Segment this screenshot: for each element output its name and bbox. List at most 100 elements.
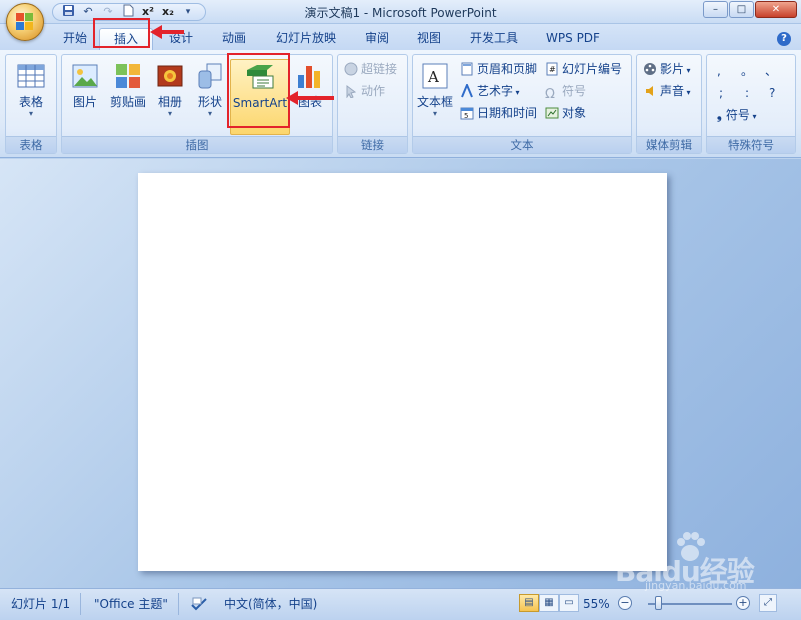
fit-to-window-icon[interactable]: ⤢ [759, 594, 777, 612]
header-footer-button[interactable]: 页眉和页脚 [460, 59, 537, 79]
photo-album-icon [155, 61, 185, 91]
chevron-down-icon: ▾ [749, 112, 757, 121]
slide-canvas[interactable] [138, 173, 667, 571]
spell-check-icon[interactable] [190, 596, 208, 616]
symbol-period[interactable]: 。 [741, 61, 753, 81]
slideshow-view-icon[interactable]: ▭ [559, 594, 579, 612]
shapes-button[interactable]: 形状 ▾ [192, 59, 228, 135]
group-label-special-symbols: 特殊符号 [707, 136, 795, 153]
symbol-button[interactable]: Ω 符号 [545, 81, 586, 102]
group-special-symbols: , 。 、 ; : ? ❟ 符号 ▾ 特殊符号 [706, 54, 796, 154]
symbol-question[interactable]: ? [769, 83, 775, 103]
table-icon [16, 61, 46, 91]
slide-editor-pane [0, 159, 801, 588]
theme-name: "Office 主题" [94, 597, 168, 611]
album-button[interactable]: 相册 ▾ [152, 59, 188, 135]
object-button[interactable]: 对象 [545, 103, 586, 123]
wordart-icon [460, 82, 474, 98]
clipart-button[interactable]: 剪贴画 [106, 59, 150, 135]
zoom-level[interactable]: 55% [583, 596, 610, 612]
maximize-button[interactable]: □ [729, 1, 754, 18]
chevron-down-icon: ▾ [513, 88, 520, 97]
highlight-insert-tab [93, 18, 150, 48]
slide-sorter-icon[interactable]: ▦ [539, 594, 559, 612]
tab-home[interactable]: 开始 [56, 28, 94, 50]
shapes-icon [195, 61, 225, 91]
special-symbol-button[interactable]: ❟ 符号 ▾ [717, 105, 756, 125]
bullet-icon: ❟ [717, 108, 726, 122]
textbox-button[interactable]: A 文本框 ▾ [415, 59, 455, 135]
symbol-semicolon[interactable]: ; [719, 83, 723, 103]
slide-number-icon: # [545, 62, 559, 76]
picture-icon [70, 61, 100, 91]
ribbon: 表格 ▾ 表格 图片 剪贴画 相册 ▾ 形状 ▾ SmartArt 图表 插图 … [0, 50, 801, 158]
symbol-enumeration-comma[interactable]: 、 [765, 61, 777, 81]
baidu-watermark: Baidu经验 jingyan.baidu.com [615, 530, 795, 592]
picture-button[interactable]: 图片 [66, 59, 104, 135]
group-label-table: 表格 [6, 136, 56, 153]
close-button[interactable]: ✕ [755, 1, 797, 18]
watermark-url: jingyan.baidu.com [645, 579, 747, 592]
group-media: 影片 ▾ 声音 ▾ 媒体剪辑 [636, 54, 702, 154]
group-table: 表格 ▾ 表格 [5, 54, 57, 154]
group-label-media: 媒体剪辑 [637, 136, 701, 153]
zoom-slider-thumb[interactable] [655, 596, 662, 610]
help-icon[interactable]: ? [777, 32, 791, 46]
tab-wps-pdf[interactable]: WPS PDF [540, 28, 606, 50]
symbol-comma[interactable]: , [717, 61, 721, 81]
normal-view-icon[interactable]: ▤ [519, 594, 539, 612]
arrow-smartart-button [286, 91, 334, 105]
chevron-down-icon: ▾ [28, 109, 33, 118]
status-bar: 幻灯片 1/1 "Office 主题" 中文(简体，中国) ▤ ▦ ▭ 55% … [0, 588, 801, 620]
separator [80, 593, 81, 615]
window-controls: – □ ✕ [703, 1, 797, 18]
action-button[interactable]: 动作 [344, 81, 385, 101]
group-label-links: 链接 [338, 136, 407, 153]
textbox-icon: A [420, 61, 450, 91]
language-indicator[interactable]: 中文(简体，中国) [224, 596, 317, 612]
separator [178, 593, 179, 615]
movie-button[interactable]: 影片 ▾ [643, 59, 691, 79]
tab-animations[interactable]: 动画 [215, 28, 253, 50]
tab-review[interactable]: 审阅 [358, 28, 396, 50]
omega-icon: Ω [545, 87, 555, 102]
zoom-in-icon[interactable]: + [736, 596, 750, 610]
group-label-text: 文本 [413, 136, 631, 153]
group-links: 超链接 动作 链接 [337, 54, 408, 154]
header-footer-icon [460, 62, 474, 76]
office-button[interactable] [6, 3, 44, 41]
chevron-down-icon: ▾ [684, 66, 691, 75]
hyperlink-button[interactable]: 超链接 [344, 59, 397, 79]
svg-text:#: # [549, 65, 556, 74]
sound-icon [643, 84, 657, 98]
group-label-illustrations: 插图 [62, 136, 332, 153]
action-icon [344, 84, 358, 99]
tab-developer[interactable]: 开发工具 [462, 28, 526, 50]
slide-counter: 幻灯片 1/1 [11, 597, 71, 611]
group-text: A 文本框 ▾ 页眉和页脚 艺术字 ▾ 5 日期和时间 # 幻灯片编号 Ω 符号 对象… [412, 54, 632, 154]
datetime-button[interactable]: 5 日期和时间 [460, 103, 537, 123]
chevron-down-icon: ▾ [432, 109, 437, 118]
svg-text:A: A [427, 68, 439, 86]
wordart-button[interactable]: 艺术字 ▾ [460, 81, 520, 101]
chevron-down-icon: ▾ [207, 109, 212, 118]
tab-slideshow[interactable]: 幻灯片放映 [269, 28, 343, 50]
arrow-insert-tab [150, 25, 184, 39]
svg-text:5: 5 [464, 112, 468, 120]
bar-chart-icon [295, 61, 325, 91]
calendar-icon: 5 [460, 106, 474, 120]
table-button[interactable]: 表格 ▾ [10, 59, 52, 135]
object-icon [545, 106, 559, 120]
highlight-smartart-button [227, 53, 290, 128]
office-logo-icon [16, 13, 34, 31]
hyperlink-icon [344, 62, 358, 76]
film-reel-icon [643, 62, 657, 76]
minimize-button[interactable]: – [703, 1, 728, 18]
slide-number-button[interactable]: # 幻灯片编号 [545, 59, 622, 79]
symbol-colon[interactable]: : [745, 83, 749, 103]
chevron-down-icon: ▾ [167, 109, 172, 118]
clipart-icon [113, 61, 143, 91]
tab-view[interactable]: 视图 [410, 28, 448, 50]
sound-button[interactable]: 声音 ▾ [643, 81, 691, 101]
zoom-out-icon[interactable]: − [618, 596, 632, 610]
